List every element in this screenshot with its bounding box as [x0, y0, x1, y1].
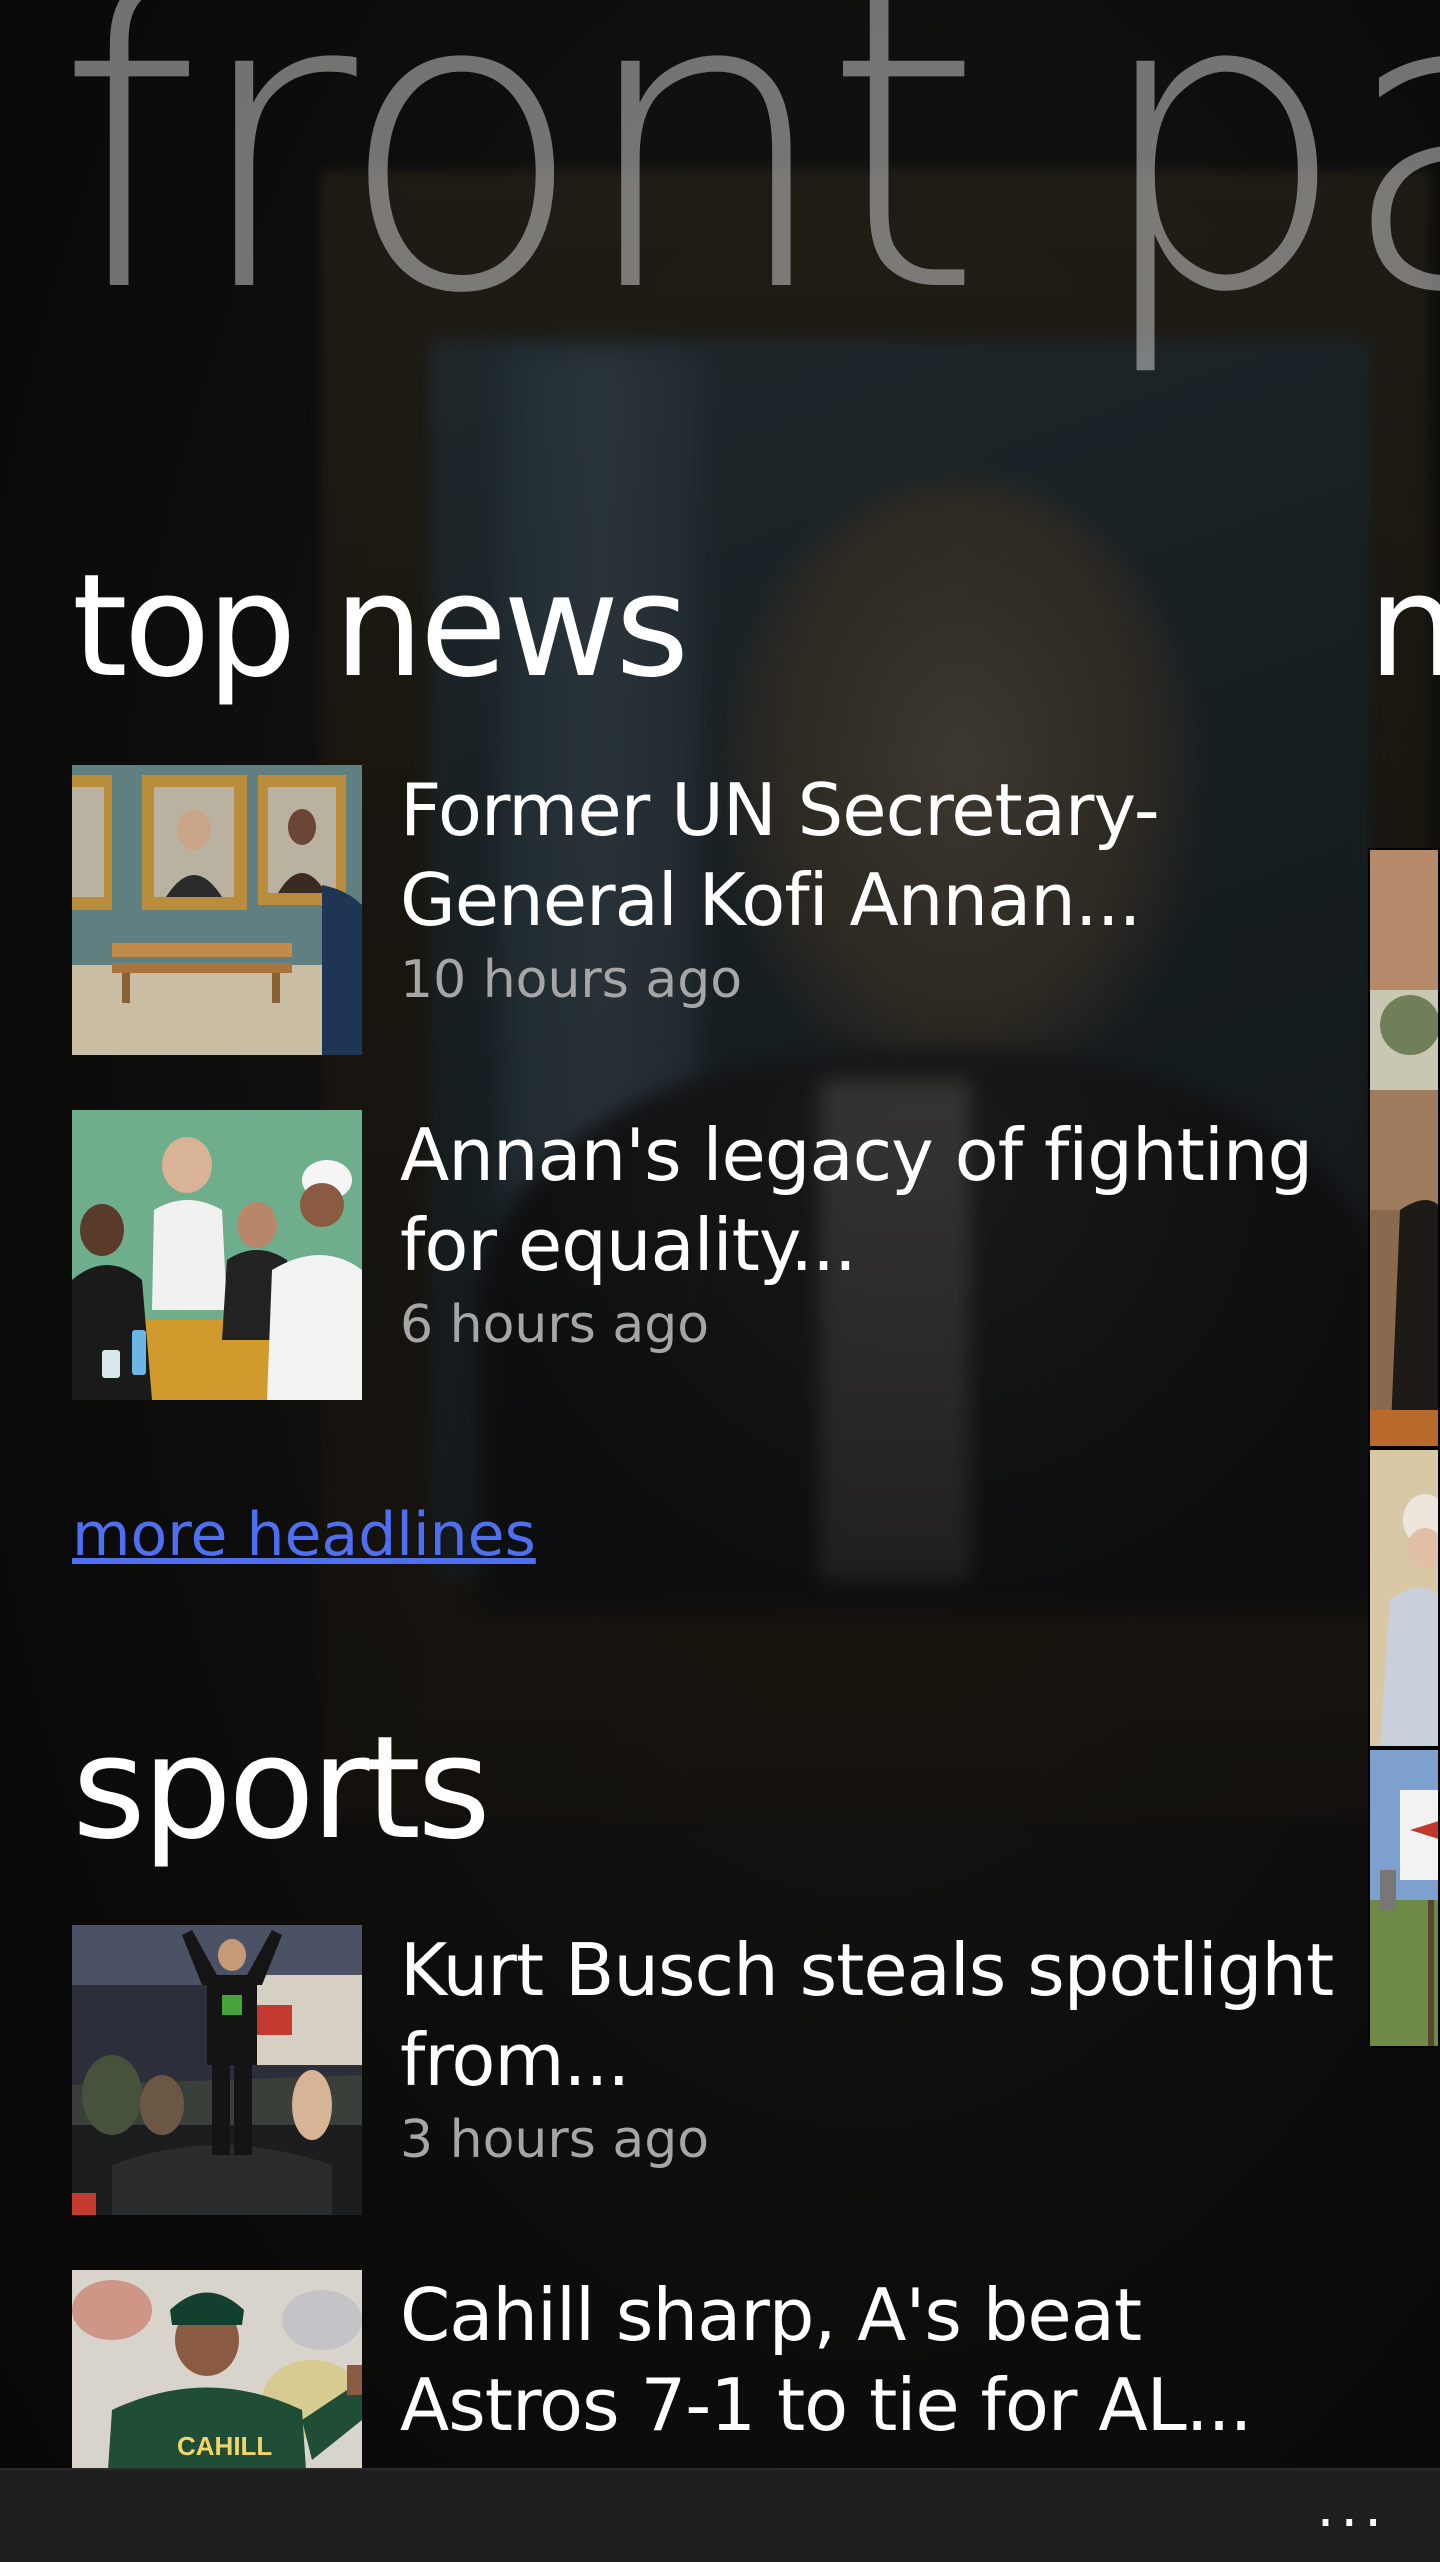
story-timestamp: 6 hours ago: [400, 1295, 710, 1355]
news-story-item[interactable]: CAHILL 53 Cahill sharp, A's beat Astros …: [72, 2270, 1362, 2468]
news-story-item[interactable]: Former UN Secretary-General Kofi Annan..…: [72, 765, 1362, 1055]
story-headline: Kurt Busch steals spotlight from...: [400, 1928, 1334, 2102]
story-thumbnail[interactable]: CAHILL 53: [72, 2270, 362, 2468]
panorama-viewport[interactable]: front page top news n: [0, 0, 1440, 2468]
jersey-number-text: 53: [187, 2457, 265, 2468]
peek-thumbnail[interactable]: [1368, 848, 1440, 1448]
story-thumbnail[interactable]: [72, 1925, 362, 2215]
story-timestamp: 3 hours ago: [400, 2110, 710, 2170]
app-bar: ...: [0, 2468, 1440, 2562]
section-header-top-news[interactable]: top news: [72, 556, 689, 698]
more-headlines-link[interactable]: more headlines: [72, 1500, 536, 1570]
peek-thumbnail[interactable]: [1368, 1748, 1440, 2048]
story-thumbnail[interactable]: [72, 1110, 362, 1400]
story-timestamp: 10 hours ago: [400, 950, 743, 1010]
news-story-item[interactable]: Kurt Busch steals spotlight from... 3 ho…: [72, 1925, 1362, 2215]
page-title: front page: [56, 0, 1440, 382]
peek-thumbnail[interactable]: [1368, 1448, 1440, 1748]
story-headline: Annan's legacy of fighting for equality.…: [400, 1113, 1313, 1287]
story-headline: Cahill sharp, A's beat Astros 7-1 to tie…: [400, 2273, 1252, 2447]
story-thumbnail[interactable]: [72, 765, 362, 1055]
section-header-sports[interactable]: sports: [72, 1718, 491, 1860]
news-story-item[interactable]: Annan's legacy of fighting for equality.…: [72, 1110, 1362, 1400]
story-headline: Former UN Secretary-General Kofi Annan..…: [400, 768, 1160, 942]
more-options-button[interactable]: ...: [1317, 2480, 1388, 2536]
next-panel-header-peek[interactable]: n: [1368, 556, 1440, 698]
